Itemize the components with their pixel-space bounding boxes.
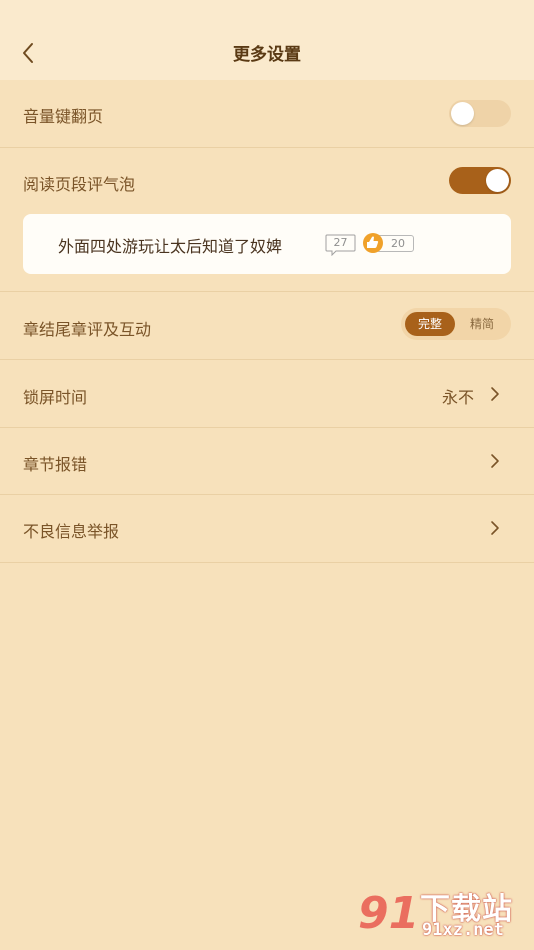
toggle-knob — [451, 102, 474, 125]
setting-label: 章节报错 — [23, 455, 88, 474]
watermark-url: 91xz.net — [422, 920, 504, 940]
setting-label: 章结尾章评及互动 — [23, 320, 152, 339]
comment-bubble: 27 — [325, 234, 356, 256]
chapter-end-segmented-control: 完整 精简 — [401, 308, 511, 340]
setting-label: 锁屏时间 — [23, 388, 88, 407]
segment-full[interactable]: 完整 — [405, 312, 455, 336]
chevron-right-icon — [491, 521, 499, 535]
setting-row-chapter-error[interactable]: 章节报错 — [0, 428, 534, 495]
like-count: 20 — [391, 237, 405, 250]
chevron-right-icon — [491, 454, 499, 468]
chevron-right-icon — [491, 387, 499, 401]
like-badge: 20 — [363, 233, 414, 253]
paragraph-bubble-toggle[interactable] — [449, 167, 511, 194]
preview-text: 外面四处游玩让太后知道了奴婢 — [58, 237, 283, 256]
thumbs-up-icon — [363, 233, 383, 253]
setting-label: 音量键翻页 — [23, 107, 104, 126]
setting-label: 不良信息举报 — [23, 522, 120, 541]
setting-row-volume-page-turn: 音量键翻页 — [0, 80, 534, 148]
setting-row-report[interactable]: 不良信息举报 — [0, 495, 534, 563]
watermark: 91 下载站 91xz.net — [358, 882, 528, 946]
segment-concise[interactable]: 精简 — [457, 312, 507, 336]
bubble-preview-card: 外面四处游玩让太后知道了奴婢 27 20 — [23, 214, 511, 274]
page-title: 更多设置 — [233, 45, 301, 65]
setting-row-chapter-end: 章结尾章评及互动 完整 精简 — [0, 292, 534, 360]
header-bar: 更多设置 — [0, 0, 534, 80]
toggle-knob — [486, 169, 509, 192]
volume-page-turn-toggle[interactable] — [449, 100, 511, 127]
watermark-logo: 91 — [358, 888, 420, 939]
comment-count: 27 — [333, 236, 348, 249]
lock-screen-value: 永不 — [441, 388, 474, 407]
setting-row-lock-screen[interactable]: 锁屏时间 永不 — [0, 360, 534, 428]
setting-label: 阅读页段评气泡 — [23, 175, 136, 194]
